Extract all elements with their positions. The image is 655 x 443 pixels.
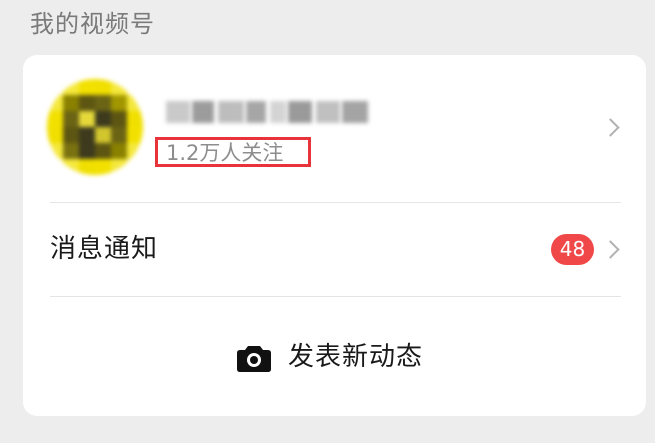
publish-new-post-button[interactable]: 发表新动态 [23, 297, 646, 416]
follower-count: 1.2万人关注 [166, 141, 284, 165]
channels-card: 1.2万人关注 消息通知 48 发表新动态 [23, 55, 646, 416]
camera-icon [237, 346, 271, 372]
notification-badge: 48 [551, 234, 594, 265]
blurred-username [166, 97, 370, 127]
section-title: 我的视频号 [30, 10, 155, 38]
notifications-label: 消息通知 [50, 234, 159, 264]
notifications-row[interactable]: 消息通知 48 [23, 203, 646, 295]
publish-label: 发表新动态 [288, 342, 424, 372]
chevron-right-icon [601, 118, 620, 137]
follower-count-highlight: 1.2万人关注 [155, 137, 311, 167]
avatar [47, 79, 143, 175]
chevron-right-icon [601, 240, 620, 259]
profile-row[interactable]: 1.2万人关注 [23, 55, 646, 202]
